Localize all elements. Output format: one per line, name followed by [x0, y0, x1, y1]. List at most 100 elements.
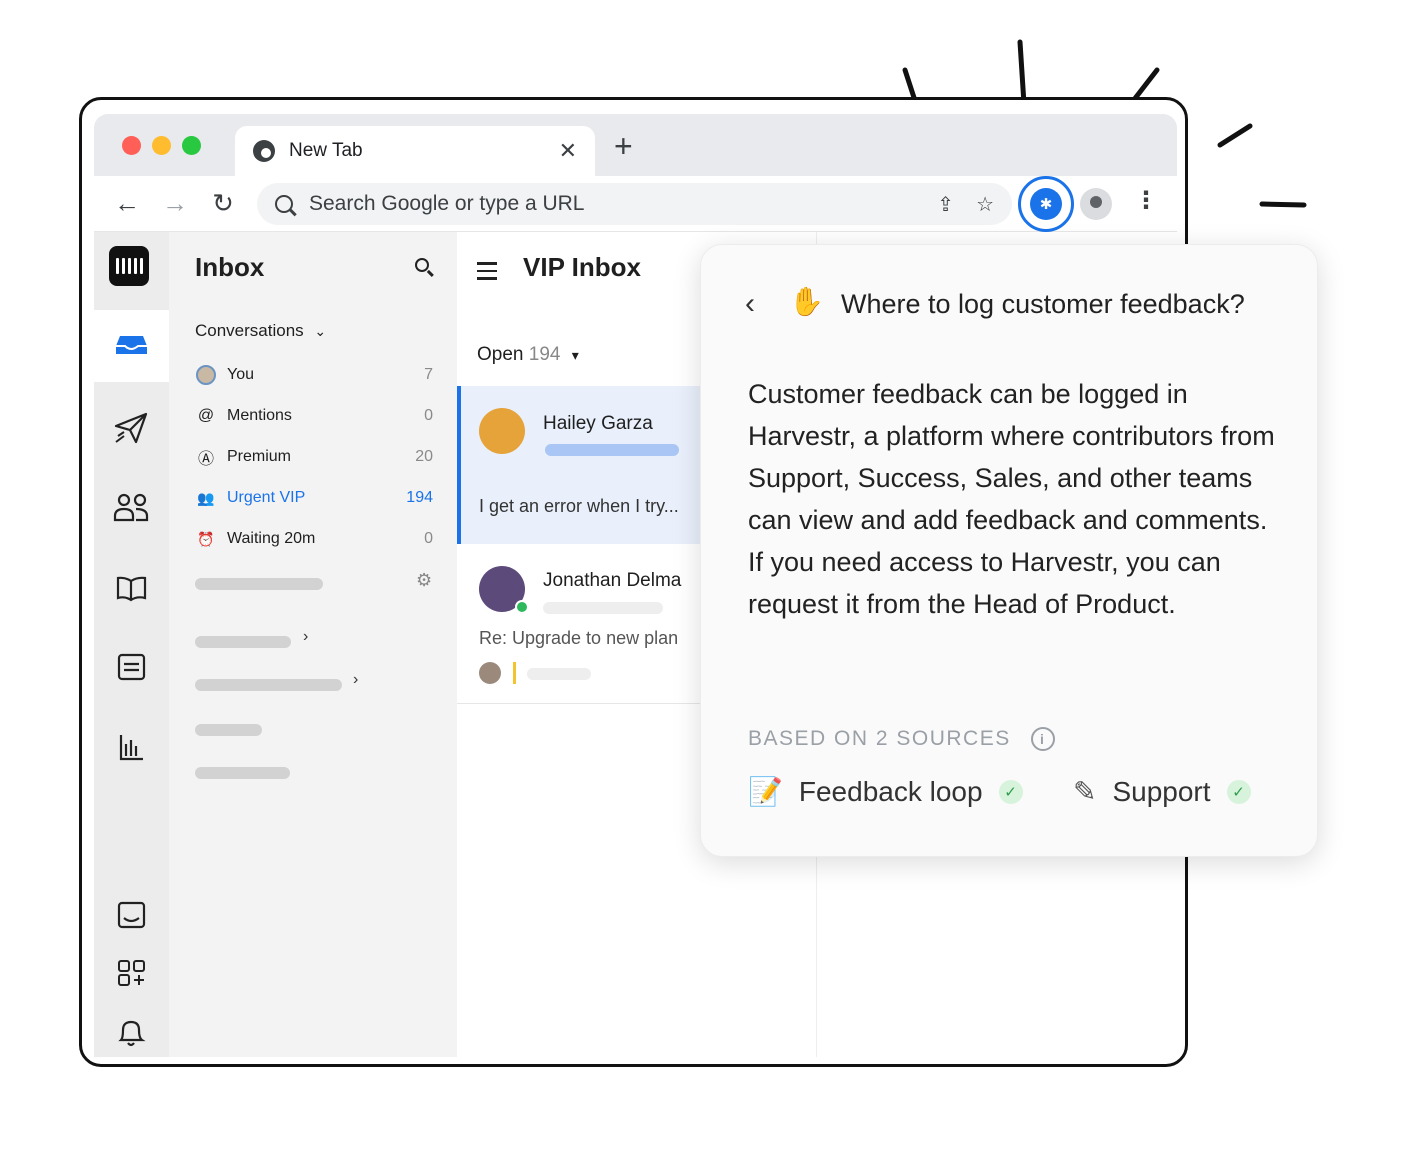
check-icon: ✓ — [998, 779, 1023, 804]
status-filter[interactable]: Open 194 ▾ — [477, 344, 579, 366]
source-label: Support — [1112, 775, 1211, 807]
forward-button[interactable]: → — [160, 188, 190, 219]
sidebar-item-count: 7 — [424, 366, 433, 383]
sidebar-item-label: Mentions — [227, 407, 292, 424]
sidebar-item-label: You — [227, 366, 254, 383]
search-icon[interactable] — [415, 258, 429, 272]
source-feedback-loop[interactable]: 📝 Feedback loop ✓ — [748, 775, 1023, 808]
reload-button[interactable]: ↻ — [208, 188, 238, 219]
app-logo[interactable] — [109, 246, 149, 286]
sidebar-item-count: 0 — [424, 407, 433, 424]
answer-body: Customer feedback can be logged in Harve… — [748, 379, 1275, 619]
omnibox-placeholder: Search Google or type a URL — [309, 192, 585, 215]
sidebar-item-urgent-vip[interactable]: 👥 Urgent VIP 194 — [195, 487, 433, 509]
pencil-icon: ✎ — [1073, 776, 1097, 807]
sidebar-item-label: Waiting 20m — [227, 530, 316, 547]
sidebar-item-mentions[interactable]: @ Mentions 0 — [195, 405, 433, 427]
answer-card: ‹ ✋ Where to log customer feedback? Cust… — [700, 244, 1318, 857]
chrome-icon — [253, 140, 275, 162]
omnibox[interactable]: Search Google or type a URL ⇪ ☆ — [257, 183, 1012, 225]
articles-icon[interactable] — [94, 652, 169, 682]
source-support[interactable]: ✎ Support ✓ — [1073, 775, 1251, 808]
section-label: Conversations — [195, 321, 304, 340]
placeholder-bar — [195, 578, 323, 590]
profile-avatar[interactable] — [1080, 188, 1112, 220]
book-icon[interactable] — [94, 574, 169, 602]
notebook-icon: 📝 — [748, 776, 783, 807]
new-tab-button[interactable]: + — [614, 128, 633, 165]
sidebar-item-label: Premium — [227, 448, 292, 465]
back-icon[interactable]: ‹ — [745, 287, 755, 321]
check-icon: ✓ — [1226, 779, 1251, 804]
avatar — [479, 408, 525, 454]
info-icon[interactable]: i — [1030, 727, 1055, 751]
chevron-right-icon[interactable]: › — [303, 628, 308, 646]
zoom-window-button[interactable] — [182, 136, 201, 155]
contact-name: Jonathan Delma — [543, 570, 682, 591]
contacts-icon[interactable] — [94, 492, 169, 524]
conversations-section[interactable]: Conversations ⌄ — [195, 321, 326, 341]
tab-close-icon[interactable]: ✕ — [559, 138, 577, 164]
message-preview: Re: Upgrade to new plan — [479, 628, 679, 648]
source-label: Feedback loop — [798, 775, 983, 807]
sidebar-item-label: Urgent VIP — [227, 489, 306, 506]
messenger-icon[interactable] — [94, 900, 169, 930]
alarm-clock-icon: ⏰ — [197, 530, 215, 547]
sidebar-item-count: 0 — [424, 530, 433, 547]
inbox-title: VIP Inbox — [523, 252, 641, 282]
sidebar-title: Inbox — [195, 252, 265, 282]
paper-plane-icon[interactable] — [94, 410, 169, 444]
share-icon[interactable]: ⇪ — [937, 192, 954, 217]
apps-icon[interactable] — [94, 958, 169, 988]
caret-down-icon: ▾ — [571, 347, 579, 363]
chevron-right-icon[interactable]: › — [353, 671, 358, 689]
inbox-sidebar: Inbox Conversations ⌄ You 7 @ Mentions 0… — [169, 232, 457, 1057]
nav-rail — [94, 232, 169, 1057]
chevron-down-icon: ⌄ — [314, 323, 327, 339]
tab-strip: New Tab ✕ + — [94, 114, 1177, 176]
contact-name: Hailey Garza — [543, 413, 653, 434]
placeholder-bar — [195, 636, 291, 648]
online-status-dot — [515, 600, 529, 614]
sidebar-item-count: 194 — [406, 489, 433, 506]
reports-icon[interactable] — [94, 732, 169, 762]
placeholder-bar — [195, 679, 342, 691]
sources-heading: BASED ON 2 SOURCES i — [748, 727, 1055, 751]
browser-menu-icon[interactable]: ⋮ — [1134, 186, 1158, 215]
star-icon[interactable]: ☆ — [976, 192, 994, 217]
message-preview: I get an error when I try... — [479, 496, 679, 516]
browser-toolbar: ← → ↻ Search Google or type a URL ⇪ ☆ ✱ … — [94, 176, 1177, 232]
placeholder-bar — [195, 767, 290, 779]
placeholder-bar — [545, 444, 679, 456]
close-window-button[interactable] — [122, 136, 141, 155]
sidebar-item-waiting[interactable]: ⏰ Waiting 20m 0 — [195, 528, 433, 550]
team-icon: 👥 — [197, 489, 215, 506]
back-button[interactable]: ← — [112, 188, 142, 219]
hamburger-icon[interactable] — [477, 262, 497, 285]
avatar — [479, 662, 501, 684]
minimize-window-button[interactable] — [152, 136, 171, 155]
extension-icon: ✱ — [1030, 188, 1062, 220]
at-icon: @ — [197, 407, 215, 424]
divider — [513, 662, 516, 684]
filter-label: Open — [477, 344, 524, 365]
search-icon — [275, 195, 293, 213]
placeholder-bar — [543, 602, 663, 614]
premium-icon: Ⓐ — [197, 451, 214, 468]
sidebar-item-premium[interactable]: Ⓐ Premium 20 — [195, 446, 433, 468]
gear-icon[interactable]: ⚙ — [416, 570, 432, 591]
window-controls — [122, 136, 201, 155]
sidebar-item-you[interactable]: You 7 — [195, 364, 433, 386]
placeholder-bar — [195, 724, 262, 736]
browser-tab[interactable]: New Tab ✕ — [235, 126, 595, 176]
inbox-icon[interactable] — [94, 332, 169, 358]
extension-button[interactable]: ✱ — [1018, 176, 1074, 232]
sources-label: BASED ON 2 SOURCES — [748, 727, 1011, 750]
bell-icon[interactable] — [94, 1018, 169, 1048]
hand-icon: ✋ — [789, 286, 824, 317]
tab-title: New Tab — [289, 140, 363, 161]
card-title: Where to log customer feedback? — [841, 289, 1245, 319]
filter-count: 194 — [528, 344, 561, 365]
avatar — [195, 364, 217, 386]
sidebar-item-count: 20 — [415, 448, 433, 465]
